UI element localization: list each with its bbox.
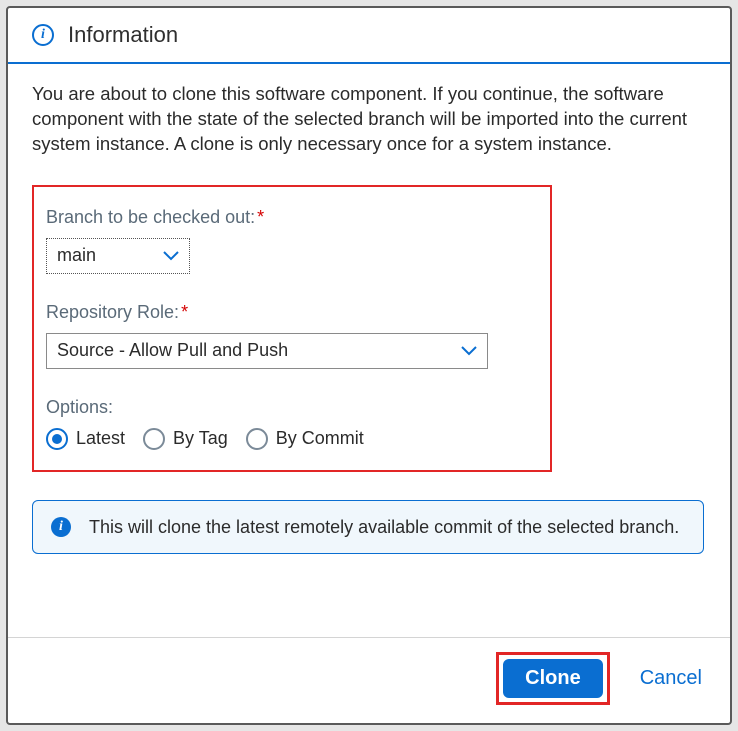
role-select-value: Source - Allow Pull and Push bbox=[57, 340, 288, 361]
clone-dialog: i Information You are about to clone thi… bbox=[6, 6, 732, 725]
radio-by-tag[interactable]: By Tag bbox=[143, 428, 228, 450]
branch-select-value: main bbox=[57, 245, 96, 266]
chevron-down-icon bbox=[163, 245, 179, 266]
info-icon: i bbox=[51, 517, 71, 537]
options-label: Options: bbox=[46, 397, 532, 418]
info-icon: i bbox=[32, 24, 54, 46]
dialog-title: Information bbox=[68, 22, 178, 48]
radio-by-commit[interactable]: By Commit bbox=[246, 428, 364, 450]
intro-text: You are about to clone this software com… bbox=[32, 82, 706, 157]
required-marker: * bbox=[181, 302, 188, 322]
branch-label: Branch to be checked out:* bbox=[46, 207, 532, 228]
radio-by-tag-label: By Tag bbox=[173, 428, 228, 449]
radio-latest[interactable]: Latest bbox=[46, 428, 125, 450]
dialog-body: You are about to clone this software com… bbox=[8, 64, 730, 637]
chevron-down-icon bbox=[461, 340, 477, 361]
info-message-strip: i This will clone the latest remotely av… bbox=[32, 500, 704, 554]
form-highlight-box: Branch to be checked out:* main Reposito… bbox=[32, 185, 552, 472]
radio-indicator bbox=[46, 428, 68, 450]
radio-by-commit-label: By Commit bbox=[276, 428, 364, 449]
required-marker: * bbox=[257, 207, 264, 227]
options-radio-group: Latest By Tag By Commit bbox=[46, 428, 532, 450]
radio-indicator bbox=[143, 428, 165, 450]
repository-role-select[interactable]: Source - Allow Pull and Push bbox=[46, 333, 488, 369]
radio-indicator bbox=[246, 428, 268, 450]
clone-button-highlight: Clone bbox=[496, 652, 610, 705]
role-label: Repository Role:* bbox=[46, 302, 532, 323]
role-label-text: Repository Role: bbox=[46, 302, 179, 322]
branch-select[interactable]: main bbox=[46, 238, 190, 274]
branch-label-text: Branch to be checked out: bbox=[46, 207, 255, 227]
cancel-button[interactable]: Cancel bbox=[636, 659, 706, 698]
radio-latest-label: Latest bbox=[76, 428, 125, 449]
dialog-header: i Information bbox=[8, 8, 730, 64]
dialog-footer: Clone Cancel bbox=[8, 637, 730, 723]
info-message-text: This will clone the latest remotely avai… bbox=[89, 515, 679, 539]
clone-button[interactable]: Clone bbox=[503, 659, 603, 698]
